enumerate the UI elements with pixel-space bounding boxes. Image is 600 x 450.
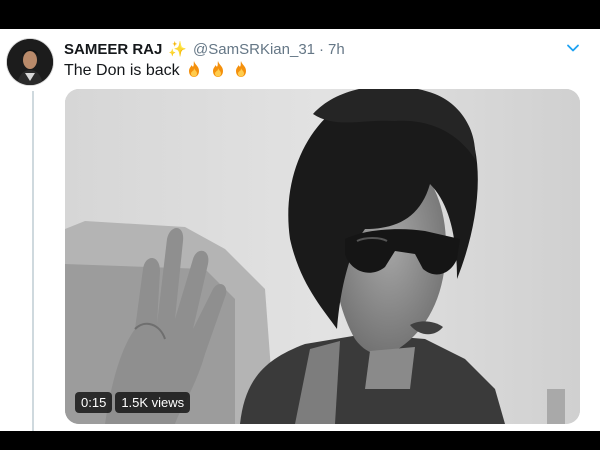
video-player[interactable]: 0:15 1.5K views <box>65 89 580 424</box>
chevron-down-icon[interactable] <box>566 41 580 55</box>
video-view-count: 1.5K views <box>115 392 191 413</box>
tweet-header: SAMEER RAJ ✨ @SamSRKian_31 · 7h <box>64 38 580 60</box>
tweet-text: The Don is back <box>64 60 250 83</box>
tweet-text-content: The Don is back <box>64 62 180 79</box>
video-duration: 0:15 <box>75 392 113 413</box>
fire-icon <box>209 60 227 83</box>
video-overlay: 0:15 1.5K views <box>75 392 191 413</box>
timestamp[interactable]: 7h <box>328 41 345 58</box>
avatar-photo <box>7 39 53 85</box>
fire-icon <box>185 60 203 83</box>
tweet-card[interactable]: SAMEER RAJ ✨ @SamSRKian_31 · 7h The Don … <box>0 29 600 431</box>
video-frame <box>65 89 580 424</box>
thread-line <box>32 91 34 431</box>
fire-icon <box>232 60 250 83</box>
sparkles-icon: ✨ <box>168 41 188 58</box>
meta-separator: · <box>319 40 325 58</box>
display-name[interactable]: SAMEER RAJ <box>64 41 162 58</box>
avatar[interactable] <box>7 39 53 85</box>
user-handle[interactable]: @SamSRKian_31 <box>193 41 315 58</box>
